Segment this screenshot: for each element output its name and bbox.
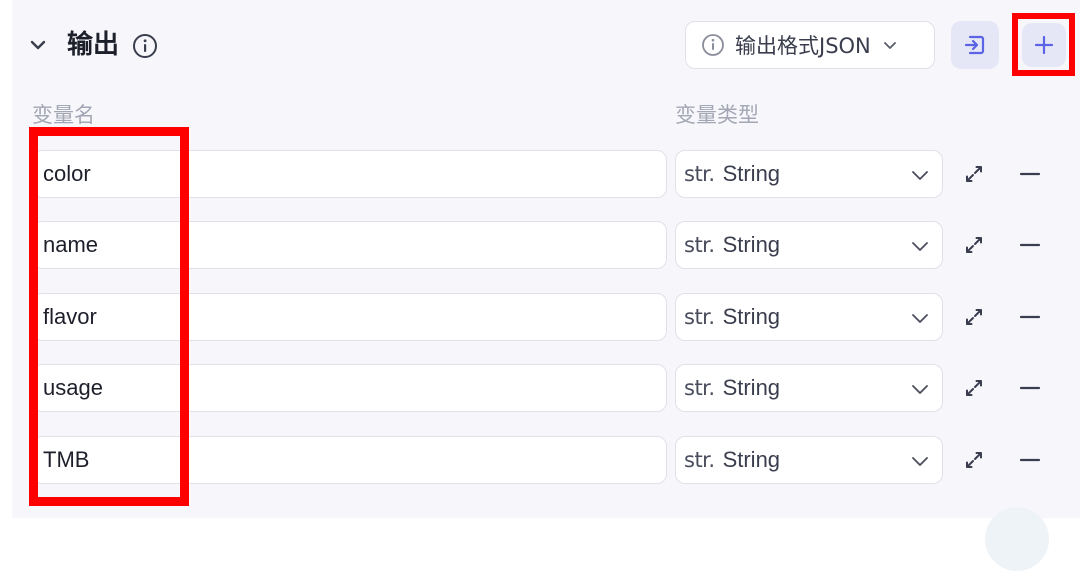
minus-icon <box>1019 458 1041 462</box>
remove-variable-button[interactable] <box>1018 233 1042 257</box>
floating-bubble <box>985 507 1049 571</box>
variable-row: str. String <box>12 364 1080 412</box>
variable-row: str. String <box>12 293 1080 341</box>
column-header-name: 变量名 <box>32 103 95 127</box>
string-type-icon: str. <box>684 448 715 472</box>
output-panel: 输出 输出格式JSON 变量名 变量类型 color str. String n… <box>12 0 1080 518</box>
chevron-down-icon <box>910 379 930 399</box>
info-circle-icon[interactable] <box>132 33 158 59</box>
variable-name-input[interactable] <box>32 221 667 269</box>
string-type-icon: str. <box>684 162 715 186</box>
output-format-select[interactable]: 输出格式JSON <box>685 21 935 69</box>
chevron-down-icon <box>910 165 930 185</box>
variable-type-label: String <box>722 232 781 257</box>
import-button[interactable] <box>951 21 999 69</box>
chevron-down-icon <box>30 40 46 50</box>
minus-icon <box>1019 172 1041 176</box>
variable-name-input[interactable] <box>32 436 667 484</box>
chevron-down-icon <box>910 451 930 471</box>
variable-type-label: String <box>722 375 781 400</box>
remove-variable-button[interactable] <box>1018 448 1042 472</box>
variable-type-select[interactable]: str. String <box>675 364 943 412</box>
collapse-toggle[interactable] <box>26 33 50 57</box>
info-circle-icon <box>701 33 725 57</box>
variable-name-input[interactable] <box>32 293 667 341</box>
import-icon <box>964 35 985 55</box>
variable-row: str. String <box>12 150 1080 198</box>
variable-type-label: String <box>722 304 781 329</box>
section-title: 输出 <box>67 30 120 60</box>
minus-icon <box>1019 315 1041 319</box>
chevron-down-icon <box>910 236 930 256</box>
string-type-icon: str. <box>684 305 715 329</box>
chevron-down-icon <box>910 308 930 328</box>
expand-icon[interactable] <box>962 448 986 472</box>
add-variable-button[interactable] <box>1021 22 1066 67</box>
minus-icon <box>1019 386 1041 390</box>
variable-type-select[interactable]: str. String <box>675 436 943 484</box>
variable-type-select[interactable]: str. String <box>675 221 943 269</box>
output-header: 输出 输出格式JSON <box>12 0 1080 92</box>
variable-type-select[interactable]: str. String <box>675 293 943 341</box>
add-button-highlight <box>1012 13 1075 76</box>
variable-type-label: String <box>722 447 781 472</box>
column-header-type: 变量类型 <box>675 103 759 127</box>
remove-variable-button[interactable] <box>1018 162 1042 186</box>
variable-row: str. String <box>12 221 1080 269</box>
chevron-down-icon <box>881 36 899 54</box>
variable-name-input[interactable] <box>32 150 667 198</box>
plus-icon <box>1034 35 1053 54</box>
expand-icon[interactable] <box>962 305 986 329</box>
minus-icon <box>1019 243 1041 247</box>
remove-variable-button[interactable] <box>1018 305 1042 329</box>
variable-type-select[interactable]: str. String <box>675 150 943 198</box>
variable-name-input[interactable] <box>32 364 667 412</box>
remove-variable-button[interactable] <box>1018 376 1042 400</box>
expand-icon[interactable] <box>962 233 986 257</box>
output-format-label: 输出格式JSON <box>735 34 871 58</box>
expand-icon[interactable] <box>962 162 986 186</box>
variable-row: str. String <box>12 436 1080 484</box>
variable-type-label: String <box>722 161 781 186</box>
expand-icon[interactable] <box>962 376 986 400</box>
string-type-icon: str. <box>684 376 715 400</box>
string-type-icon: str. <box>684 233 715 257</box>
